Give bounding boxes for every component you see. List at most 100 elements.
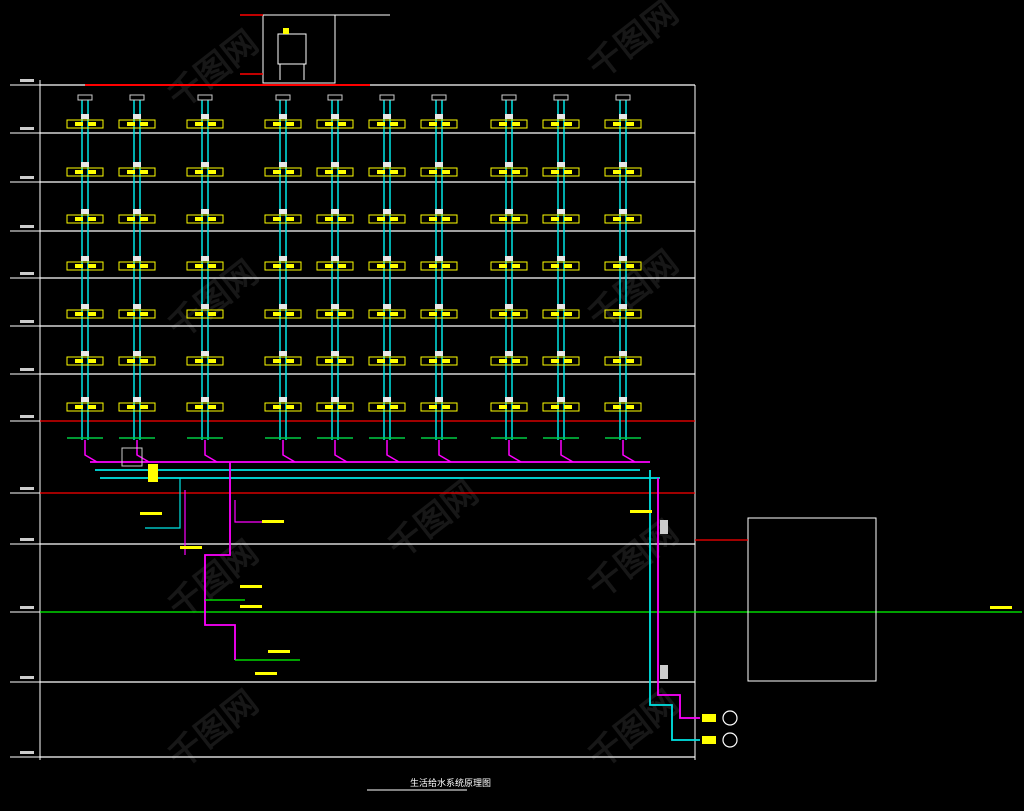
meter-icon <box>557 114 565 119</box>
watermark-text: 千图网 <box>161 23 266 117</box>
valve-icon <box>140 264 148 268</box>
valve-icon <box>325 264 333 268</box>
fixture-box-icon <box>420 356 458 366</box>
meter-icon <box>331 397 339 402</box>
meter-icon <box>557 209 565 214</box>
valve-icon <box>325 405 333 409</box>
valve-icon <box>499 312 507 316</box>
fixture-group <box>542 114 580 129</box>
meter-icon <box>505 304 513 309</box>
valve-icon <box>127 122 135 126</box>
valve-icon <box>75 405 83 409</box>
fixture-box-icon <box>542 214 580 224</box>
valve-icon <box>442 264 450 268</box>
elevation-label <box>20 320 34 323</box>
valve-icon <box>377 312 385 316</box>
fixture-group <box>490 114 528 129</box>
fixture-group <box>316 304 354 319</box>
fixture-group <box>604 209 642 224</box>
valve-icon <box>88 359 96 363</box>
meter-icon <box>331 209 339 214</box>
fixture-group <box>66 256 104 271</box>
valve-icon <box>195 312 203 316</box>
valve-icon <box>286 217 294 221</box>
fixture-box-icon <box>490 356 528 366</box>
meter-icon <box>557 304 565 309</box>
meter-icon <box>557 397 565 402</box>
cad-drawing-canvas: 千图网 千图网 千图网 千图网 千图网 千图网 千图网 千图网 千图网 生活给水系统原理图 <box>0 0 1024 807</box>
meter-icon <box>201 304 209 309</box>
watermark-text: 千图网 <box>581 513 686 607</box>
valve-icon <box>127 264 135 268</box>
fixture-box-icon <box>542 119 580 129</box>
valve-icon <box>613 122 621 126</box>
fixture-group <box>186 209 224 224</box>
meter-icon <box>619 209 627 214</box>
fixture-group <box>66 397 104 412</box>
fixture-group <box>66 162 104 177</box>
fixture-box-icon <box>542 356 580 366</box>
meter-icon <box>435 209 443 214</box>
fixture-group <box>264 209 302 224</box>
valve-icon <box>127 359 135 363</box>
fixture-group <box>118 397 156 412</box>
meter-icon <box>383 114 391 119</box>
meter-icon <box>201 397 209 402</box>
valve-icon <box>377 264 385 268</box>
annotation-mark <box>630 510 652 513</box>
meter-icon <box>279 256 287 261</box>
valve-icon <box>613 170 621 174</box>
meter-icon <box>279 351 287 356</box>
fixture-box-icon <box>316 214 354 224</box>
fixture-box-icon <box>264 261 302 271</box>
fixture-group <box>66 351 104 366</box>
valve-icon <box>512 264 520 268</box>
fixture-box-icon <box>264 167 302 177</box>
fixture-group <box>490 209 528 224</box>
meter-icon <box>81 162 89 167</box>
elevation-label <box>20 79 34 82</box>
fixture-box-icon <box>186 167 224 177</box>
riser-cap-icon <box>275 94 291 101</box>
valve-icon <box>273 170 281 174</box>
valve-icon <box>512 122 520 126</box>
fixture-box-icon <box>264 309 302 319</box>
fixture-group <box>542 162 580 177</box>
meter-icon <box>81 397 89 402</box>
valve-icon <box>442 217 450 221</box>
elevation-label <box>20 176 34 179</box>
valve-icon <box>325 359 333 363</box>
meter-icon <box>435 162 443 167</box>
valve-icon <box>208 170 216 174</box>
valve-icon <box>273 312 281 316</box>
meter-icon <box>383 256 391 261</box>
meter-icon <box>557 351 565 356</box>
branch-pipe <box>145 478 181 529</box>
meter-icon <box>435 351 443 356</box>
meter-icon <box>619 256 627 261</box>
elevation-label <box>20 127 34 130</box>
fixture-group <box>490 256 528 271</box>
annex-building <box>747 517 877 682</box>
valve-icon <box>127 170 135 174</box>
meter-icon <box>619 351 627 356</box>
meter-icon <box>133 162 141 167</box>
valve-icon <box>429 122 437 126</box>
meter-icon <box>505 351 513 356</box>
valve-icon <box>88 170 96 174</box>
fixture-group <box>490 162 528 177</box>
valve-icon <box>442 405 450 409</box>
fixture-box-icon <box>420 167 458 177</box>
valve-icon <box>88 264 96 268</box>
meter-icon <box>505 162 513 167</box>
meter-icon <box>279 209 287 214</box>
valve-icon <box>88 122 96 126</box>
valve-icon <box>75 264 83 268</box>
valve-icon <box>127 312 135 316</box>
valve-icon <box>551 312 559 316</box>
meter-icon <box>81 351 89 356</box>
fixture-box-icon <box>490 214 528 224</box>
meter-icon <box>435 256 443 261</box>
valve-icon <box>208 405 216 409</box>
annotation-layer <box>20 79 1012 791</box>
